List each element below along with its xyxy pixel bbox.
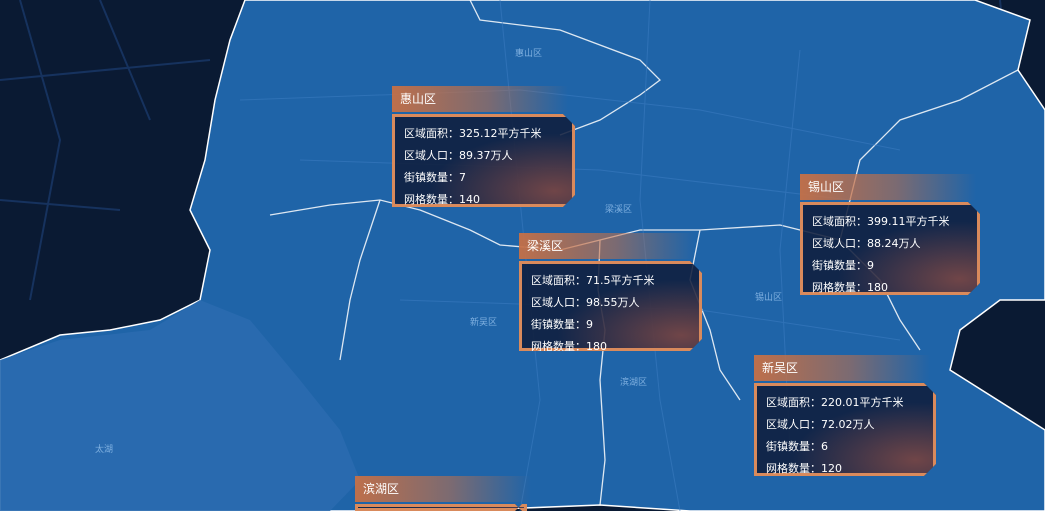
place-label-binhu: 滨湖区 bbox=[620, 376, 647, 388]
field-area: 区域面积：220.01平方千米 bbox=[766, 396, 904, 409]
field-town-count: 街镇数量：9 bbox=[531, 318, 593, 331]
place-label-liangxi: 梁溪区 bbox=[605, 203, 632, 215]
district-title: 惠山区 bbox=[392, 86, 568, 112]
place-label-xishan: 锡山区 bbox=[755, 292, 782, 303]
district-info-card: 区域面积：71.5平方千米 区域人口：98.55万人 街镇数量：9 网格数量：1… bbox=[519, 261, 702, 351]
place-label-xinwu: 新吴区 bbox=[470, 316, 497, 328]
field-area: 区域面积：325.12平方千米 bbox=[404, 127, 542, 140]
place-label-taihu: 太湖 bbox=[95, 443, 113, 455]
field-town-count: 街镇数量：6 bbox=[766, 440, 828, 453]
field-area: 区域面积：399.11平方千米 bbox=[812, 215, 950, 228]
field-town-count: 街镇数量：7 bbox=[404, 171, 466, 184]
field-population: 区域人口：89.37万人 bbox=[404, 149, 513, 162]
district-info-card: 区域面积：220.01平方千米 区域人口：72.02万人 街镇数量：6 网格数量… bbox=[754, 383, 936, 476]
district-info-card: 区域面积：325.12平方千米 区域人口：89.37万人 街镇数量：7 网格数量… bbox=[392, 114, 575, 207]
district-title: 滨湖区 bbox=[355, 476, 531, 502]
field-population: 区域人口：88.24万人 bbox=[812, 237, 921, 250]
district-title: 梁溪区 bbox=[519, 233, 695, 259]
field-population: 区域人口：72.02万人 bbox=[766, 418, 875, 431]
place-label-huishan: 惠山区 bbox=[515, 47, 542, 59]
field-population: 区域人口：98.55万人 bbox=[531, 296, 640, 309]
district-info-card: 区域面积：399.11平方千米 区域人口：88.24万人 街镇数量：9 网格数量… bbox=[800, 202, 980, 295]
field-town-count: 街镇数量：9 bbox=[812, 259, 874, 272]
district-info-card bbox=[355, 504, 527, 511]
field-area: 区域面积：71.5平方千米 bbox=[531, 274, 655, 287]
district-title: 新吴区 bbox=[754, 355, 930, 381]
district-title: 锡山区 bbox=[800, 174, 976, 200]
